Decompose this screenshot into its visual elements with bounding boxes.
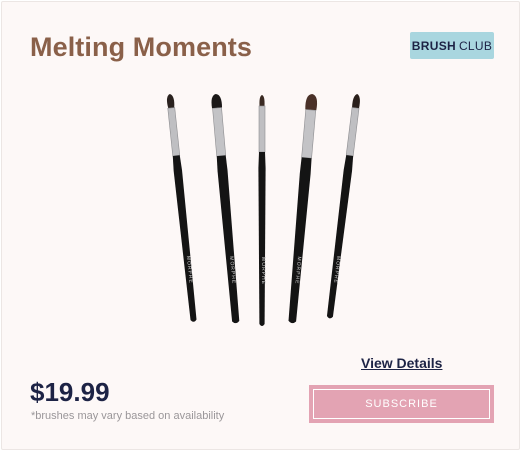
brush-5: MORPHE — [326, 94, 360, 319]
brush-brand-text: MORPHE — [260, 257, 266, 285]
brush-2: MORPHE — [211, 94, 240, 324]
product-title: Melting Moments — [30, 32, 252, 62]
brush-club-badge: BRUSH CLUB — [410, 32, 494, 59]
availability-disclaimer: *brushes may vary based on availability — [31, 410, 225, 422]
brush-3: MORPHE — [258, 95, 266, 326]
badge-brush-text: BRUSH — [411, 38, 456, 53]
makeup-brushes-image: MORPHE MORPHE MORPHE MORPHE MORPHE — [166, 94, 360, 326]
badge-club-text: CLUB — [458, 38, 493, 53]
brush-4: MORPHE — [288, 94, 318, 324]
subscribe-label: SUBSCRIBE — [313, 389, 490, 419]
subscribe-button[interactable]: SUBSCRIBE — [309, 385, 494, 423]
product-card: Melting Moments BRUSH CLUB MORPHE MORPHE… — [1, 1, 520, 450]
product-price: $19.99 — [30, 377, 110, 407]
view-details-link[interactable]: View Details — [361, 355, 442, 371]
brush-1: MORPHE — [166, 94, 197, 322]
